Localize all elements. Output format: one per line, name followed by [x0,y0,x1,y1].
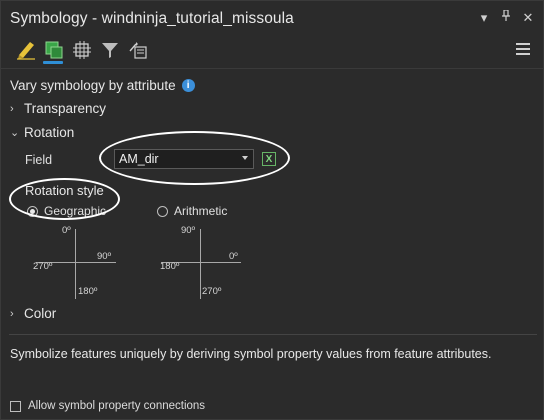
radio-geographic[interactable]: Geographic [27,204,106,218]
radio-geographic-label: Geographic [44,204,107,218]
description-text: Symbolize features uniquely by deriving … [10,347,492,361]
menu-icon[interactable] [516,43,530,55]
compass-vertical-axis [200,229,201,299]
toolbar-divider [1,68,543,69]
vary-heading-label: Vary symbology by attribute [10,78,176,93]
compass-left-label: 270º [33,261,53,272]
checkbox-box[interactable] [10,400,21,412]
info-icon[interactable]: i [181,79,195,92]
radio-arithmetic-label: Arithmetic [174,204,228,218]
compass-bottom-label: 180º [78,286,98,297]
vary-symbology-icon[interactable] [43,39,65,61]
pin-icon[interactable] [499,9,513,26]
close-icon[interactable]: ✕ [521,10,535,26]
chevron-down-icon: ⌄ [10,127,20,139]
radio-button [27,205,38,217]
compass-left-label: 180º [160,261,180,272]
vary-heading: Vary symbology by attribute i [10,78,195,93]
compass-bottom-label: 270º [202,286,222,297]
filter-icon[interactable] [99,39,121,61]
radio-arithmetic[interactable]: Arithmetic [157,204,227,218]
display-options-icon[interactable] [127,39,149,61]
symbology-pane: Symbology - windninja_tutorial_missoula … [0,0,544,420]
symbology-toolbar [15,37,149,63]
compass-vertical-axis [75,229,76,299]
section-rotation-label: Rotation [24,125,75,140]
checkbox-label: Allow symbol property connections [28,400,206,412]
field-label: Field [25,153,53,167]
section-color-label: Color [24,306,57,321]
allow-connections-checkbox[interactable]: Allow symbol property connections [10,400,205,412]
dropdown-icon[interactable]: ▾ [477,10,491,26]
pane-title: Symbology - windninja_tutorial_missoula [10,10,294,27]
symbol-layers-icon[interactable] [71,39,93,61]
section-rotation[interactable]: ⌄ Rotation [10,125,74,140]
section-divider [9,334,537,335]
field-dropdown[interactable]: AM_dir [114,149,254,169]
active-tab-indicator [43,61,63,64]
geographic-compass: 0º 90º 270º 180º [31,225,121,301]
primary-symbology-icon[interactable] [15,39,37,61]
compass-right-label: 90º [97,251,112,262]
dropdown-caret-icon [242,156,248,160]
rotation-style-label: Rotation style [25,183,104,198]
chevron-right-icon: › [10,102,14,115]
radio-button [157,205,168,217]
compass-top-label: 90º [181,225,196,236]
section-transparency-label: Transparency [24,101,107,116]
field-dropdown-value: AM_dir [119,152,159,166]
chevron-right-icon: › [10,307,14,320]
compass-top-label: 0º [62,225,71,236]
arithmetic-compass: 90º 0º 180º 270º [159,225,249,301]
expression-icon[interactable]: X [262,152,276,166]
section-color[interactable]: › Color [10,306,56,321]
compass-right-label: 0º [229,251,238,262]
title-bar: Symbology - windninja_tutorial_missoula … [1,1,543,35]
title-controls: ▾ ✕ [477,9,535,26]
section-transparency[interactable]: › Transparency [10,101,106,116]
